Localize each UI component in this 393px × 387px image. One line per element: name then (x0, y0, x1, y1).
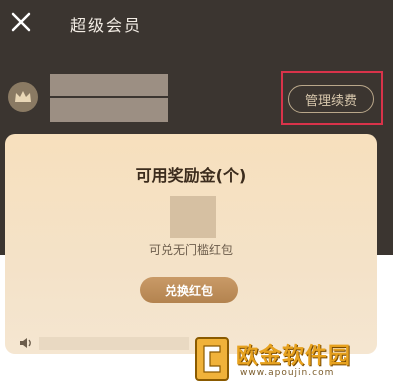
site-logo-icon (195, 337, 229, 381)
reward-card: 可用奖励金(个) 可兑无门槛红包 兑换红包 (5, 134, 377, 354)
member-info-masked (50, 98, 168, 122)
reward-amount-masked (170, 196, 216, 238)
page-title: 超级会员 (70, 16, 143, 35)
watermark-url: www.apoujin.com (240, 368, 335, 378)
watermark: 欧金软件园 www.apoujin.com (190, 334, 390, 384)
redeem-red-packet-button[interactable]: 兑换红包 (140, 277, 238, 303)
reward-subtitle: 可兑无门槛红包 (148, 243, 233, 257)
crown-icon (15, 91, 31, 102)
username-masked (50, 74, 168, 96)
reward-title: 可用奖励金(个) (135, 166, 247, 185)
highlight-box (281, 71, 383, 125)
speaker-icon (20, 338, 31, 348)
notice-text-masked (39, 337, 189, 350)
watermark-text: 欧金软件园 (236, 344, 352, 369)
avatar (8, 82, 38, 112)
close-button[interactable] (9, 10, 33, 34)
close-icon (11, 12, 31, 32)
